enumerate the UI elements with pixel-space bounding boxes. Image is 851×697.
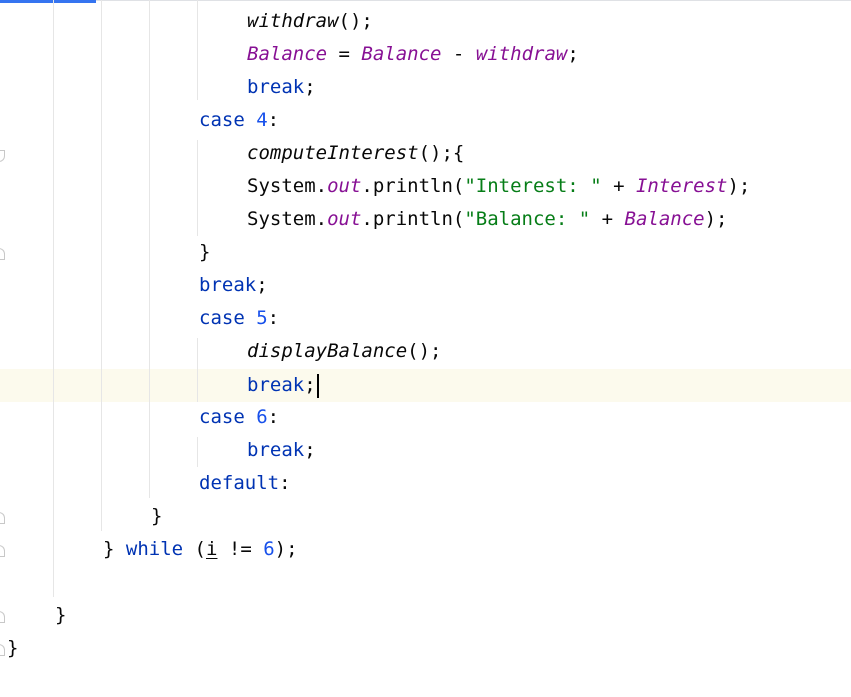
code-line[interactable]: }: [7, 632, 18, 665]
code-line-current[interactable]: break;: [247, 369, 319, 402]
code-line[interactable]: default:: [199, 467, 291, 500]
indent-guide: [149, 0, 150, 498]
closing-brace: }: [7, 637, 19, 659]
indent-guide: [197, 140, 198, 236]
string-literal: "Balance: ": [464, 208, 591, 230]
indent-guide: [197, 437, 198, 467]
closing-brace: }: [55, 604, 67, 626]
indent-guide: [197, 338, 198, 402]
fold-marker-icon[interactable]: [0, 611, 5, 623]
code-line[interactable]: computeInterest();{: [247, 137, 464, 170]
keyword: case: [199, 307, 245, 329]
code-line[interactable]: } while (i != 6);: [103, 533, 298, 566]
field-ref: Balance: [361, 43, 442, 65]
keyword: case: [199, 406, 245, 428]
code-line[interactable]: System.out.println("Interest: " + Intere…: [247, 170, 750, 203]
fold-marker-icon[interactable]: [0, 644, 5, 656]
field-ref: withdraw: [475, 43, 568, 65]
number-literal: 5: [256, 307, 268, 329]
keyword: break: [247, 76, 305, 98]
number-literal: 6: [256, 406, 268, 428]
code-line[interactable]: break;: [247, 434, 316, 467]
method-call: computeInterest: [247, 142, 419, 164]
static-field: out: [327, 208, 362, 230]
code-line[interactable]: break;: [247, 71, 316, 104]
keyword: while: [125, 538, 184, 560]
code-line[interactable]: System.out.println("Balance: " + Balance…: [247, 203, 728, 236]
field-ref: Balance: [624, 208, 705, 230]
method-call: withdraw: [247, 10, 339, 32]
closing-brace: }: [199, 241, 211, 263]
code-line[interactable]: break;: [199, 269, 268, 302]
code-line[interactable]: }: [199, 236, 210, 269]
method-call: displayBalance: [247, 340, 408, 362]
indent-guide: [53, 0, 54, 597]
field-ref: Balance: [247, 43, 328, 65]
editor-gutter: [0, 0, 10, 697]
active-tab-indicator: [0, 0, 96, 3]
fold-marker-icon[interactable]: [0, 248, 5, 260]
keyword: break: [247, 374, 305, 396]
indent-guide: [101, 0, 102, 531]
code-editor[interactable]: withdraw(); Balance = Balance - withdraw…: [0, 0, 851, 697]
indent-guide: [197, 0, 198, 100]
keyword: case: [199, 109, 245, 131]
keyword: break: [247, 439, 305, 461]
text-caret: [316, 373, 319, 398]
code-line[interactable]: case 4:: [199, 104, 279, 137]
static-field: out: [327, 175, 362, 197]
code-line[interactable]: }: [55, 599, 66, 632]
number-literal: 6: [263, 538, 275, 560]
fold-marker-icon[interactable]: [0, 545, 5, 557]
closing-brace: }: [151, 505, 163, 527]
code-line[interactable]: case 6:: [199, 401, 279, 434]
variable-ref: i: [206, 538, 218, 560]
code-line[interactable]: Balance = Balance - withdraw;: [247, 38, 579, 71]
current-line-highlight: [0, 369, 851, 402]
fold-marker-icon[interactable]: [0, 150, 5, 162]
code-line[interactable]: withdraw();: [247, 5, 373, 38]
code-line[interactable]: displayBalance();: [247, 335, 441, 368]
keyword: break: [199, 274, 257, 296]
field-ref: Interest: [635, 175, 728, 197]
code-line[interactable]: }: [151, 500, 162, 533]
fold-marker-icon[interactable]: [0, 512, 5, 524]
code-line[interactable]: case 5:: [199, 302, 279, 335]
editor-top-border: [96, 0, 851, 1]
closing-brace: }: [103, 538, 115, 560]
string-literal: "Interest: ": [464, 175, 602, 197]
keyword: default: [199, 472, 280, 494]
number-literal: 4: [256, 109, 268, 131]
